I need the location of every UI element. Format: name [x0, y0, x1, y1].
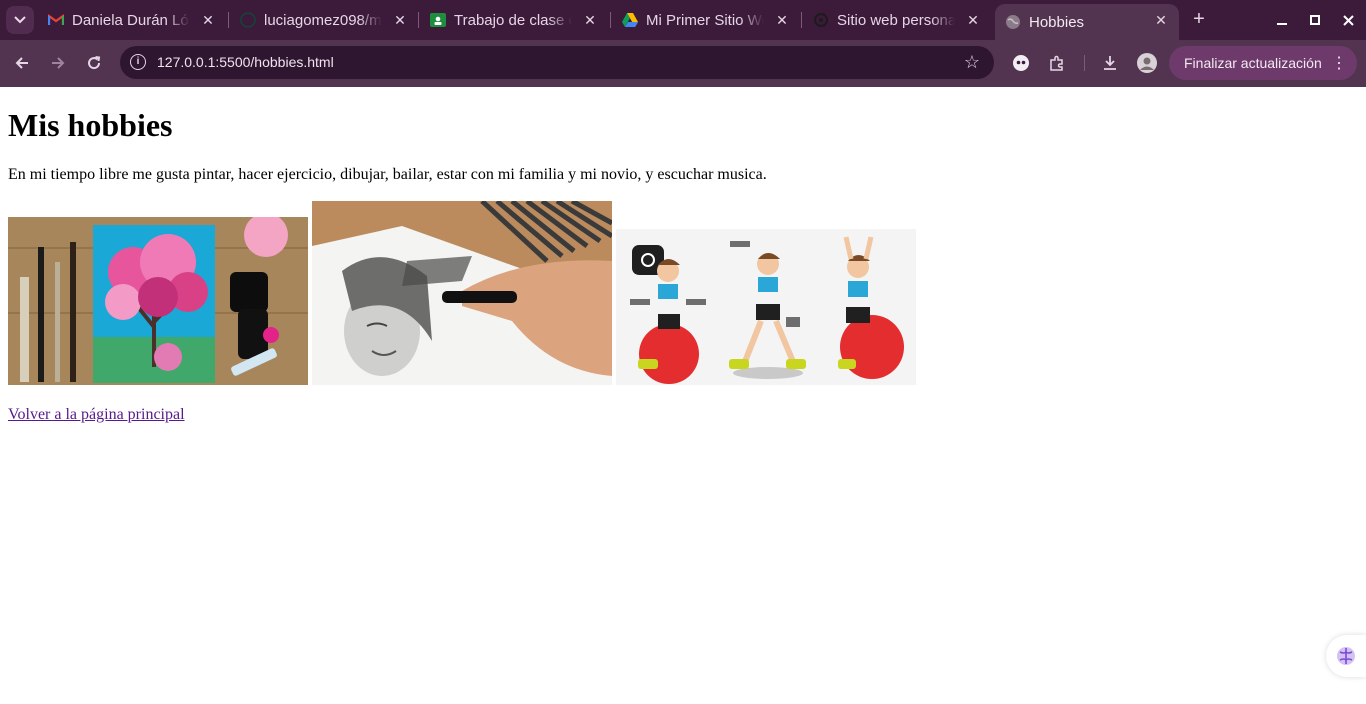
- brain-icon: [1337, 647, 1355, 665]
- tab-classroom[interactable]: Trabajo de clase de ✕: [422, 4, 608, 36]
- chatgpt-icon: [813, 12, 829, 28]
- reload-button[interactable]: [81, 50, 107, 76]
- close-icon: [1342, 14, 1354, 26]
- tab-strip: Daniela Durán López ✕ luciagomez098/m ✕ …: [0, 0, 1366, 40]
- classroom-icon: [430, 12, 446, 28]
- close-window-button[interactable]: [1336, 8, 1360, 32]
- globe-icon: [1005, 14, 1021, 30]
- tab-title: Trabajo de clase de: [454, 11, 572, 29]
- tab-drive[interactable]: Mi Primer Sitio Web ✕: [614, 4, 800, 36]
- tab-title: Sitio web personal: [837, 11, 955, 29]
- new-tab-button[interactable]: +: [1188, 8, 1210, 30]
- extension-ghost-icon[interactable]: [1010, 52, 1032, 74]
- tab-search-button[interactable]: [6, 6, 34, 34]
- tab-separator: [801, 12, 802, 28]
- tab-separator: [228, 12, 229, 28]
- tab-title: luciagomez098/m: [264, 11, 382, 29]
- toolbar: i 127.0.0.1:5500/hobbies.html ☆ Finaliza…: [0, 40, 1366, 87]
- intro-paragraph: En mi tiempo libre me gusta pintar, hace…: [8, 166, 767, 183]
- page-title: Mis hobbies: [8, 107, 173, 143]
- close-icon[interactable]: ✕: [1153, 12, 1169, 28]
- back-home-link[interactable]: Volver a la página principal: [8, 406, 185, 424]
- github-icon: [240, 12, 256, 28]
- toolbar-divider: [1084, 55, 1085, 71]
- reload-icon: [88, 56, 101, 70]
- url-text[interactable]: 127.0.0.1:5500/hobbies.html: [157, 54, 334, 70]
- maximize-icon: [1310, 15, 1320, 25]
- tab-title: Mi Primer Sitio Web: [646, 11, 764, 29]
- tab-hobbies[interactable]: Hobbies ✕: [995, 4, 1179, 40]
- maximize-button[interactable]: [1303, 8, 1327, 32]
- bookmark-star-icon[interactable]: ☆: [964, 52, 980, 73]
- tab-separator: [610, 12, 611, 28]
- drive-icon: [622, 12, 638, 28]
- address-bar[interactable]: i 127.0.0.1:5500/hobbies.html ☆: [120, 46, 994, 79]
- extensions-puzzle-icon[interactable]: [1046, 52, 1068, 74]
- close-icon[interactable]: ✕: [965, 12, 981, 28]
- close-icon[interactable]: ✕: [774, 12, 790, 28]
- chevron-down-icon: [14, 16, 26, 24]
- forward-button[interactable]: [45, 50, 71, 76]
- minimize-icon: [1277, 23, 1287, 25]
- arrow-right-icon: [52, 57, 65, 69]
- minimize-button[interactable]: [1270, 8, 1294, 32]
- tab-gmail[interactable]: Daniela Durán López ✕: [40, 4, 226, 36]
- close-icon[interactable]: ✕: [582, 12, 598, 28]
- tab-title: Daniela Durán López: [72, 11, 190, 29]
- download-icon[interactable]: [1099, 52, 1121, 74]
- close-icon[interactable]: ✕: [392, 12, 408, 28]
- tab-title: Hobbies: [1029, 13, 1085, 31]
- painting-image: [8, 217, 308, 385]
- page-content: Mis hobbies En mi tiempo libre me gusta …: [0, 87, 1366, 704]
- more-vert-icon: ⋮: [1331, 55, 1347, 72]
- site-info-icon[interactable]: i: [130, 54, 146, 70]
- tab-chatgpt[interactable]: Sitio web personal ✕: [805, 4, 991, 36]
- finish-update-button[interactable]: Finalizar actualización ⋮: [1169, 46, 1357, 80]
- tab-separator: [418, 12, 419, 28]
- drawing-image: [312, 201, 612, 385]
- exercise-image: [616, 229, 916, 385]
- arrow-left-icon: [15, 57, 28, 69]
- close-icon[interactable]: ✕: [200, 12, 216, 28]
- browser-chrome: Daniela Durán López ✕ luciagomez098/m ✕ …: [0, 0, 1366, 87]
- profile-avatar[interactable]: [1136, 52, 1158, 74]
- tab-github[interactable]: luciagomez098/m ✕: [232, 4, 418, 36]
- finish-update-label: Finalizar actualización: [1184, 55, 1322, 71]
- floating-extension-button[interactable]: [1326, 635, 1366, 677]
- gmail-icon: [48, 12, 64, 28]
- back-button[interactable]: [9, 50, 35, 76]
